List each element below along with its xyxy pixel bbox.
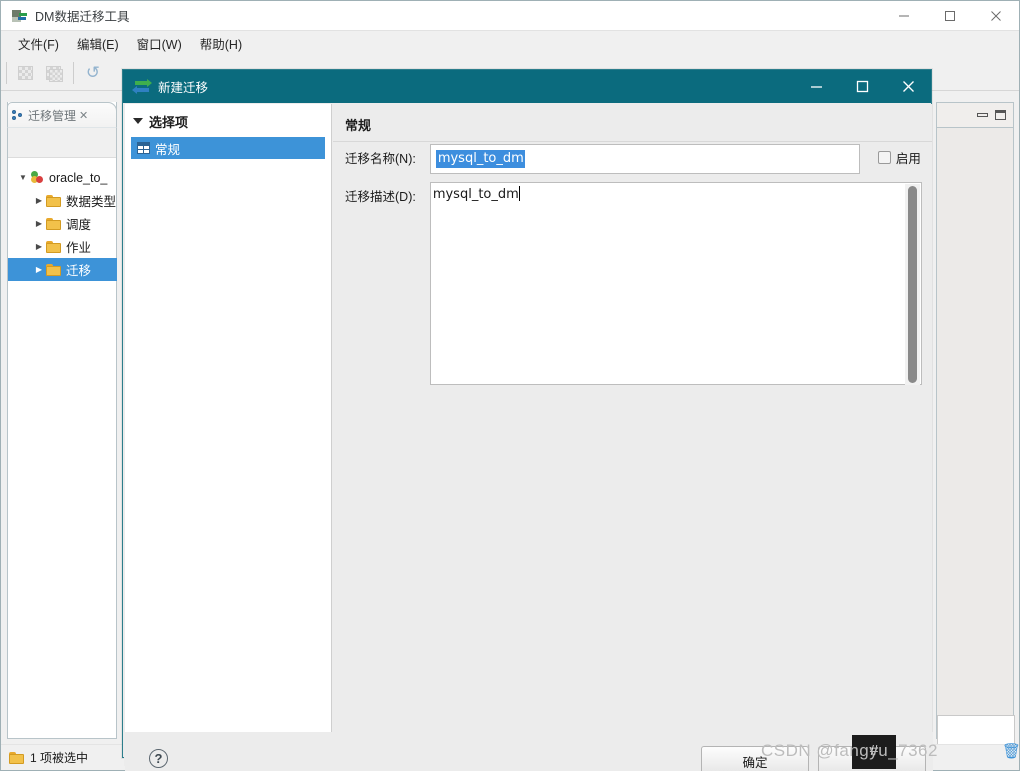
description-text: mysql_to_dm xyxy=(431,183,921,202)
migration-arrows-icon xyxy=(132,78,152,94)
enable-checkbox[interactable] xyxy=(877,151,891,164)
undo-icon[interactable]: ↺ xyxy=(82,62,104,84)
option-tree-header-label: 选择项 xyxy=(149,114,189,130)
help-icon[interactable]: ? xyxy=(149,749,168,768)
migration-name-input[interactable]: mysql_to_dm xyxy=(429,144,860,174)
dialog-content-pane: 常规 迁移名称(N): mysql_to_dm 启用 迁移描述(D): mysq… xyxy=(333,104,932,732)
text-caret xyxy=(518,186,520,201)
chevron-right-icon[interactable]: ▶ xyxy=(32,265,46,274)
folder-icon xyxy=(46,240,61,253)
minimize-icon[interactable] xyxy=(793,70,839,103)
tree-node-job[interactable]: ▶ 作业 xyxy=(8,235,117,258)
application-window: DM数据迁移工具 文件(F) 编辑(E) 窗口(W) 帮助(H) ↺ 迁移管理 … xyxy=(0,0,1020,771)
dialog-window-controls xyxy=(793,70,931,103)
enable-checkbox-wrap[interactable]: 启用 xyxy=(877,144,921,167)
maximize-icon[interactable] xyxy=(995,110,1006,120)
chevron-right-icon[interactable]: ▶ xyxy=(32,196,46,205)
window-titlebar: DM数据迁移工具 xyxy=(1,1,1019,31)
right-view-strip xyxy=(937,715,1015,745)
menu-window[interactable]: 窗口(W) xyxy=(128,31,191,56)
migration-manager-icon xyxy=(12,109,25,122)
dialog-option-tree: 选择项 常规 xyxy=(125,104,332,732)
dialog-title: 新建迁移 xyxy=(158,81,209,95)
save-icon[interactable] xyxy=(15,62,37,84)
folder-icon xyxy=(46,217,61,230)
close-icon[interactable] xyxy=(885,70,931,103)
migration-description-textarea[interactable]: mysql_to_dm xyxy=(429,182,922,385)
tree-node-label: 数据类型 xyxy=(66,195,117,209)
maximize-icon[interactable] xyxy=(839,70,885,103)
option-item-general[interactable]: 常规 xyxy=(131,137,325,159)
enable-checkbox-label: 启用 xyxy=(895,152,921,166)
window-title: DM数据迁移工具 xyxy=(35,10,130,24)
connection-icon xyxy=(30,170,45,185)
option-item-label: 常规 xyxy=(155,142,181,157)
right-view-header xyxy=(936,102,1014,128)
chevron-down-icon[interactable] xyxy=(133,118,143,124)
tab-label: 迁移管理 xyxy=(28,108,77,123)
window-controls xyxy=(881,1,1019,31)
close-icon[interactable]: ✕ xyxy=(79,109,88,122)
toolbar-separator xyxy=(73,62,74,84)
textarea-scrollbar[interactable] xyxy=(904,184,920,385)
close-icon[interactable] xyxy=(973,1,1019,31)
name-field-row: 迁移名称(N): mysql_to_dm 启用 xyxy=(345,144,921,174)
new-migration-dialog: 新建迁移 选择项 常规 常规 迁移名称(N): mysql_to_dm 启用 迁… xyxy=(122,69,933,771)
description-value: mysql_to_dm xyxy=(432,187,519,202)
chevron-down-icon[interactable]: ▼ xyxy=(16,173,30,182)
tree-node-oracle-to[interactable]: ▼ oracle_to_ xyxy=(8,166,117,189)
tree-node-schedule[interactable]: ▶ 调度 xyxy=(8,212,117,235)
menu-file[interactable]: 文件(F) xyxy=(9,31,68,56)
trash-icon[interactable]: 🗑 xyxy=(1002,742,1020,760)
page-title: 常规 xyxy=(345,118,372,133)
save-all-icon[interactable] xyxy=(43,62,65,84)
tree-node-label: 调度 xyxy=(66,218,92,232)
toolbar-separator xyxy=(6,62,7,84)
migration-name-value: mysql_to_dm xyxy=(435,150,525,168)
minimize-icon[interactable] xyxy=(977,113,988,117)
name-field-label: 迁移名称(N): xyxy=(345,152,416,166)
undo-glyph: ↺ xyxy=(85,63,101,82)
minimize-icon[interactable] xyxy=(881,1,927,31)
dialog-titlebar: 新建迁移 xyxy=(123,70,931,103)
divider xyxy=(333,141,932,142)
tab-migration-manager[interactable]: 迁移管理 ✕ xyxy=(7,102,117,128)
watermark-text: CSDN @fangyu_7362 xyxy=(761,741,938,760)
description-field-label: 迁移描述(D): xyxy=(345,190,416,204)
tree-node-label: 作业 xyxy=(66,241,92,255)
chevron-right-icon[interactable]: ▶ xyxy=(32,219,46,228)
migration-tree: ▼ oracle_to_ ▶ 数据类型 ▶ 调度 ▶ 作业 ▶ 迁移 xyxy=(8,166,117,281)
scrollbar-thumb[interactable] xyxy=(907,186,917,383)
folder-icon xyxy=(46,263,61,276)
tree-node-label: oracle_to_ xyxy=(49,170,108,185)
option-tree-header[interactable]: 选择项 xyxy=(125,108,331,134)
menu-edit[interactable]: 编辑(E) xyxy=(68,31,128,56)
tree-node-migration[interactable]: ▶ 迁移 xyxy=(8,258,117,281)
general-grid-icon xyxy=(137,142,150,154)
description-field-row: 迁移描述(D): mysql_to_dm xyxy=(345,182,922,385)
folder-icon xyxy=(46,194,61,207)
chevron-right-icon[interactable]: ▶ xyxy=(32,242,46,251)
menubar: 文件(F) 编辑(E) 窗口(W) 帮助(H) xyxy=(1,31,1019,56)
folder-icon xyxy=(9,751,24,764)
right-editor-area xyxy=(936,102,1014,739)
status-text: 1 项被选中 xyxy=(30,751,89,765)
view-toolbar xyxy=(8,128,116,158)
dialog-body: 选择项 常规 常规 迁移名称(N): mysql_to_dm 启用 迁移描述(D… xyxy=(124,104,933,771)
tree-node-data-types[interactable]: ▶ 数据类型 xyxy=(8,189,117,212)
menu-help[interactable]: 帮助(H) xyxy=(191,31,251,56)
maximize-icon[interactable] xyxy=(927,1,973,31)
tree-node-label: 迁移 xyxy=(66,264,92,278)
migration-app-icon xyxy=(11,8,27,24)
